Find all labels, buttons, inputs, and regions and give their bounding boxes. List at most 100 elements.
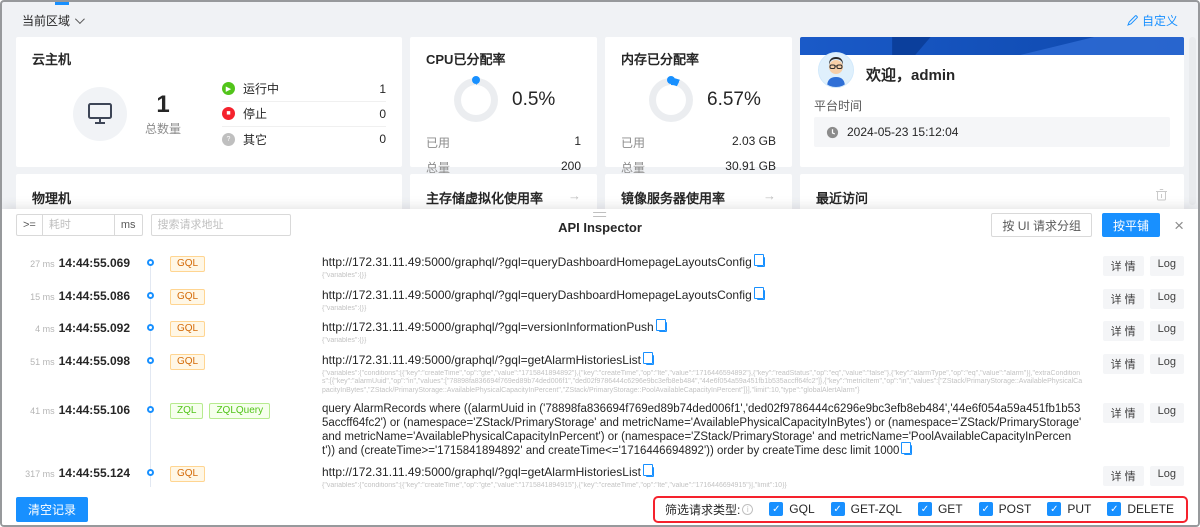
copy-icon[interactable] <box>646 467 654 477</box>
checkbox-checked-icon[interactable]: ✓ <box>918 502 932 516</box>
mini-card-title: 最近访问 <box>816 188 868 207</box>
filter-type-put[interactable]: ✓PUT <box>1047 502 1091 516</box>
request-timestamp: 14:44:55.098 <box>59 354 130 368</box>
donut-cap-icon <box>472 76 480 84</box>
copy-icon[interactable] <box>904 445 912 455</box>
filter-type-get-zql[interactable]: ✓GET-ZQL <box>831 502 902 516</box>
annotation-highlight-box: 筛选请求类型: i ✓GQL ✓GET-ZQL ✓GET ✓POST ✓PUT … <box>653 496 1188 523</box>
request-meta: 27 ms14:44:55.069 <box>2 255 130 270</box>
arrow-right-icon[interactable]: → <box>763 188 776 203</box>
monitor-icon <box>73 87 127 141</box>
request-list: 27 ms14:44:55.069 GQL http://172.31.11.4… <box>2 242 1198 493</box>
donut-cap-icon <box>667 76 675 84</box>
detail-button[interactable]: 详 情 <box>1103 354 1144 374</box>
log-button[interactable]: Log <box>1150 466 1184 486</box>
memory-used-value: 2.03 GB <box>732 134 776 151</box>
avatar <box>818 52 854 88</box>
checkbox-checked-icon[interactable]: ✓ <box>831 502 845 516</box>
ge-prefix: >= <box>16 214 43 236</box>
request-content: http://172.31.11.49:5000/graphql/?gql=ge… <box>322 465 1098 491</box>
request-tags: GQL <box>170 353 322 370</box>
request-content: http://172.31.11.49:5000/graphql/?gql=qu… <box>322 255 1098 281</box>
app-window: 当前区域 自定义 云主机 1 总数量 ▶ <box>0 0 1200 527</box>
checkbox-checked-icon[interactable]: ✓ <box>1107 502 1121 516</box>
detail-button[interactable]: 详 情 <box>1103 466 1144 486</box>
close-icon[interactable]: × <box>1174 217 1184 234</box>
vm-stat-row: ? 其它 0 <box>222 127 386 152</box>
log-button[interactable]: Log <box>1150 256 1184 276</box>
drag-handle-icon[interactable] <box>593 212 606 217</box>
request-row: 51 ms14:44:55.098 GQL http://172.31.11.4… <box>2 348 1198 398</box>
filter-type-post[interactable]: ✓POST <box>979 502 1032 516</box>
filter-label-text: 筛选请求类型: <box>665 501 740 518</box>
request-type-tag: GQL <box>170 354 205 370</box>
detail-button[interactable]: 详 情 <box>1103 289 1144 309</box>
log-button[interactable]: Log <box>1150 321 1184 341</box>
search-input[interactable] <box>151 214 291 236</box>
detail-button[interactable]: 详 情 <box>1103 403 1144 423</box>
request-meta: 317 ms14:44:55.124 <box>2 465 130 480</box>
request-duration: 4 ms <box>35 324 55 334</box>
request-type-tag: ZQLQuery <box>209 403 270 419</box>
vm-stat-value: 0 <box>379 132 386 146</box>
mini-card-title: 主存储虚拟化使用率 <box>426 188 543 207</box>
vm-total-label: 总数量 <box>145 120 181 137</box>
ms-suffix: ms <box>115 214 143 236</box>
request-actions: 详 情 Log <box>1098 320 1184 341</box>
info-icon[interactable]: i <box>742 504 753 515</box>
trash-icon[interactable] <box>1155 188 1168 201</box>
cpu-used-label: 已用 <box>426 134 450 151</box>
checkbox-checked-icon[interactable]: ✓ <box>979 502 993 516</box>
request-content: http://172.31.11.49:5000/graphql/?gql=ve… <box>322 320 1098 346</box>
flat-view-button[interactable]: 按平铺 <box>1102 213 1160 237</box>
request-actions: 详 情 Log <box>1098 288 1184 309</box>
vm-stat-row: ▶ 运行中 1 <box>222 77 386 102</box>
log-button[interactable]: Log <box>1150 289 1184 309</box>
request-text: http://172.31.11.49:5000/graphql/?gql=ge… <box>322 353 1084 368</box>
log-button[interactable]: Log <box>1150 403 1184 423</box>
copy-icon[interactable] <box>646 355 654 365</box>
request-meta: 4 ms14:44:55.092 <box>2 320 130 335</box>
region-selector[interactable]: 当前区域 <box>22 12 82 29</box>
request-timestamp: 14:44:55.069 <box>59 256 130 270</box>
mini-card-title: 物理机 <box>32 188 71 207</box>
request-actions: 详 情 Log <box>1098 402 1184 423</box>
request-duration: 41 ms <box>30 406 55 416</box>
cpu-donut-wrap: 0.5% <box>454 78 581 122</box>
checkbox-checked-icon[interactable]: ✓ <box>769 502 783 516</box>
welcome-greeting: 欢迎，admin <box>866 64 955 85</box>
request-params: {"variables":{"conditions":[{"key":"crea… <box>322 482 1084 491</box>
request-params: {"variables":{}} <box>322 305 1084 314</box>
mini-card-title: 镜像服务器使用率 <box>621 188 725 207</box>
group-by-ui-button[interactable]: 按 UI 请求分组 <box>991 213 1092 237</box>
vm-stat-value: 0 <box>379 107 386 121</box>
request-row: 15 ms14:44:55.086 GQL http://172.31.11.4… <box>2 283 1198 316</box>
page-scrollbar[interactable] <box>1189 37 1196 205</box>
customize-button[interactable]: 自定义 <box>1127 12 1178 29</box>
checkbox-checked-icon[interactable]: ✓ <box>1047 502 1061 516</box>
copy-icon[interactable] <box>757 257 765 267</box>
duration-input[interactable] <box>43 214 115 236</box>
vm-stat-label: 其它 <box>243 131 379 148</box>
detail-button[interactable]: 详 情 <box>1103 256 1144 276</box>
request-tags: GQL <box>170 320 322 337</box>
clear-records-button[interactable]: 清空记录 <box>16 497 88 522</box>
detail-button[interactable]: 详 情 <box>1103 321 1144 341</box>
timeline-dot-icon <box>130 255 170 266</box>
request-duration: 15 ms <box>30 292 55 302</box>
vm-card: 云主机 1 总数量 ▶ 运行中 1 ■ 停止 0 <box>16 37 402 167</box>
filter-type-gql[interactable]: ✓GQL <box>769 502 814 516</box>
filter-type-label: DELETE <box>1127 502 1174 516</box>
customize-label: 自定义 <box>1142 12 1178 29</box>
filter-type-delete[interactable]: ✓ DELETE <box>1107 502 1174 516</box>
request-row: 4 ms14:44:55.092 GQL http://172.31.11.49… <box>2 315 1198 348</box>
filter-type-get[interactable]: ✓GET <box>918 502 963 516</box>
vm-stats: ▶ 运行中 1 ■ 停止 0 ? 其它 0 <box>222 77 386 152</box>
vm-stat-label: 运行中 <box>243 80 379 97</box>
log-button[interactable]: Log <box>1150 354 1184 374</box>
copy-icon[interactable] <box>659 322 667 332</box>
copy-icon[interactable] <box>757 290 765 300</box>
arrow-right-icon[interactable]: → <box>568 188 581 203</box>
platform-time-value: 2024-05-23 15:12:04 <box>847 125 958 139</box>
request-content: http://172.31.11.49:5000/graphql/?gql=qu… <box>322 288 1098 314</box>
